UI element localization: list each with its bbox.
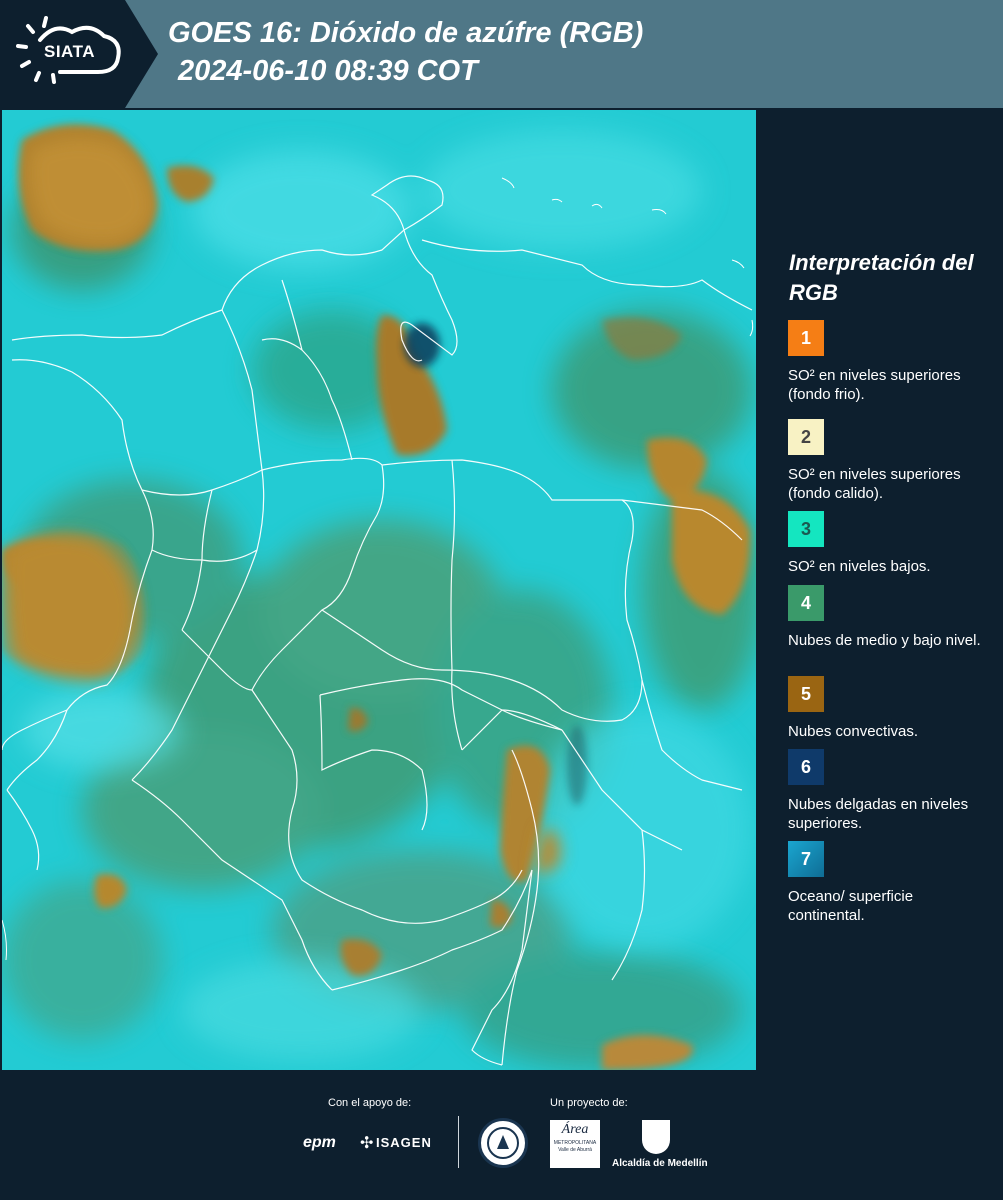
siata-logo: SIATA [0, 0, 160, 108]
legend-panel: Interpretación del RGB 1 SO² en niveles … [760, 108, 1003, 1070]
legend-swatch-1: 1 [788, 320, 824, 356]
legend-label-6: Nubes delgadas en niveles superiores. [788, 796, 969, 832]
legend-item-7: 7 Oceano/ superficie continental. [788, 841, 988, 925]
area-metropolitana-logo: Área METROPOLITANA Valle de Aburrá [550, 1120, 600, 1168]
legend-swatch-7: 7 [788, 841, 824, 877]
legend-label-1: SO² en niveles superiores (fondo frio). [788, 367, 961, 403]
legend-swatch-4: 4 [788, 585, 824, 621]
legend-item-5: 5 Nubes convectivas. [788, 676, 988, 741]
medellin-seal [478, 1118, 528, 1168]
legend-label-7: Oceano/ superficie continental. [788, 888, 914, 924]
legend-number-1: 1 [800, 327, 811, 348]
legend-swatch-3: 3 [788, 511, 824, 547]
header-bar: SIATA GOES 16: Dióxido de azúfre (RGB) 2… [0, 0, 1003, 108]
title-line-1: GOES 16: Dióxido de azúfre (RGB) [168, 17, 644, 49]
legend-label-4: Nubes de medio y bajo nivel. [788, 632, 981, 649]
project-label: Un proyecto de: [550, 1097, 628, 1109]
page-title: GOES 16: Dióxido de azúfre (RGB) 2024-06… [168, 14, 643, 90]
legend-number-5: 5 [800, 683, 811, 704]
legend-number-6: 6 [800, 756, 811, 777]
isagen-icon: ✣ [360, 1135, 374, 1152]
legend-number-3: 3 [800, 518, 811, 539]
alcaldia-medellin-logo: Alcaldía de Medellín [612, 1158, 708, 1169]
area-logo-subtext: METROPOLITANA Valle de Aburrá [553, 1140, 597, 1153]
legend-item-3: 3 SO² en niveles bajos. [788, 511, 988, 576]
legend-title: Interpretación del RGB [789, 250, 974, 305]
legend-item-6: 6 Nubes delgadas en niveles superiores. [788, 749, 988, 833]
footer: Con el apoyo de: Un proyecto de: epm ✣ I… [0, 1070, 1003, 1200]
logo-text: SIATA [44, 42, 95, 61]
legend-label-5: Nubes convectivas. [788, 723, 919, 740]
alcaldia-shield-icon [642, 1120, 670, 1154]
isagen-logo: ISAGEN [376, 1135, 432, 1150]
legend-item-4: 4 Nubes de medio y bajo nivel. [788, 585, 988, 650]
legend-label-3: SO² en niveles bajos. [788, 558, 931, 575]
support-label: Con el apoyo de: [328, 1097, 412, 1109]
legend-label-2: SO² en niveles superiores (fondo calido)… [788, 466, 961, 502]
legend-item-2: 2 SO² en niveles superiores (fondo calid… [788, 419, 988, 503]
legend-swatch-6: 6 [788, 749, 824, 785]
legend-number-2: 2 [800, 426, 811, 447]
title-line-2: 2024-06-10 08:39 COT [178, 55, 478, 87]
legend-item-1: 1 SO² en niveles superiores (fondo frio)… [788, 320, 988, 404]
satellite-map [2, 110, 758, 1070]
legend-swatch-5: 5 [788, 676, 824, 712]
legend-swatch-2: 2 [788, 419, 824, 455]
footer-divider [458, 1116, 459, 1168]
legend-number-7: 7 [800, 848, 811, 869]
epm-logo: epm [303, 1134, 336, 1151]
legend-number-4: 4 [800, 592, 811, 613]
area-logo-text: Área [561, 1122, 589, 1137]
